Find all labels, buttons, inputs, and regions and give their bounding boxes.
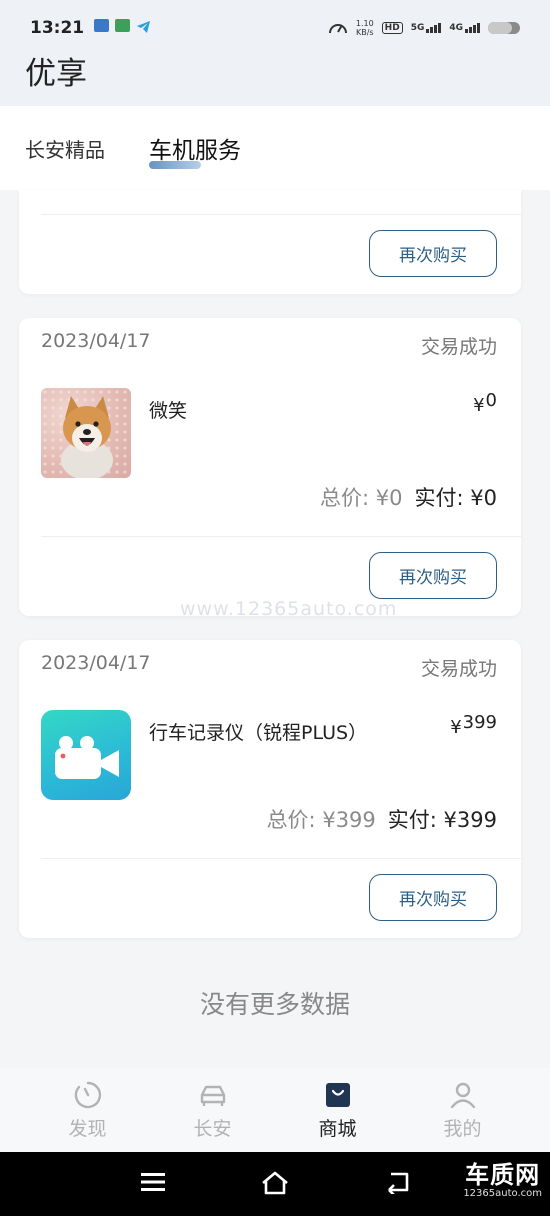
watermark: www.12365auto.com [180, 598, 398, 620]
price-summary: 总价: ¥0 实付: ¥0 [320, 482, 497, 512]
total-label: 总价: [266, 808, 316, 832]
hd-badge: HD [381, 22, 403, 34]
card-divider [41, 536, 521, 537]
product-image[interactable] [41, 710, 131, 800]
paid-price: 实付: ¥0 [415, 482, 498, 512]
sim1-label: 5G [410, 23, 425, 33]
page-title: 优享 [25, 56, 87, 92]
tab-changan-boutique[interactable]: 长安精品 [25, 134, 105, 163]
network-speed-value: 1.10 [355, 19, 374, 28]
discover-icon [74, 1081, 101, 1108]
shopping-bag-icon [325, 1082, 350, 1107]
brand-logo: 车质网 12365auto.com [463, 1162, 542, 1199]
unit-price: ¥ 399 [450, 712, 497, 738]
sim1-signal: 5G [411, 23, 442, 33]
order-card: 2023/04/17 交易成功 微笑 ¥ 0 总价: ¥0 实付: ¥0 再次购… [19, 318, 521, 616]
paid-price: 实付: ¥399 [388, 804, 497, 834]
network-speed: 1.10 KB/s [356, 19, 374, 37]
nav-item-discover[interactable]: 发现 [38, 1080, 138, 1141]
back-icon[interactable] [385, 1170, 411, 1198]
unit-price-value: 399 [462, 712, 497, 733]
category-tabs: 长安精品 车机服务 [0, 106, 550, 190]
brand-name: 车质网 [465, 1161, 541, 1189]
menu-icon[interactable] [140, 1170, 166, 1198]
home-icon[interactable] [260, 1170, 290, 1200]
nav-label: 长安 [193, 1117, 232, 1140]
order-status: 交易成功 [420, 658, 497, 680]
order-date: 2023/04/17 [41, 652, 151, 674]
price-summary: 总价: ¥399 实付: ¥399 [267, 804, 497, 834]
currency-symbol: ¥ [450, 717, 462, 738]
signal-bars-icon [465, 23, 480, 33]
telegram-icon [136, 19, 151, 38]
total-label: 总价: [320, 486, 370, 510]
nav-label: 我的 [443, 1117, 482, 1140]
brand-url: 12365auto.com [463, 1188, 542, 1199]
card-divider [41, 858, 521, 859]
status-bar: 13:21 1.10 KB/s HD 5G 4G [0, 0, 550, 56]
video-camera-icon [55, 736, 119, 779]
total-price: 总价: ¥0 [320, 482, 403, 512]
order-status: 交易成功 [420, 336, 497, 358]
system-nav-bar: 车质网 12365auto.com [0, 1152, 550, 1216]
car-icon [200, 1085, 225, 1106]
signal-bars-icon [426, 23, 442, 33]
currency-symbol: ¥ [473, 395, 485, 416]
total-value: ¥399 [322, 808, 376, 832]
speedometer-icon [328, 19, 348, 38]
total-value: ¥0 [375, 486, 403, 510]
order-date: 2023/04/17 [41, 330, 151, 352]
app-notification-icon [94, 18, 110, 32]
bottom-nav: 发现 长安 商城 我的 [0, 1068, 550, 1152]
rebuy-button[interactable]: 再次购买 [369, 874, 497, 921]
product-image[interactable] [41, 388, 131, 478]
sim2-signal: 4G [449, 23, 480, 33]
paid-label: 实付: [387, 808, 437, 832]
battery-level [488, 22, 512, 34]
app-notification-icon [115, 18, 131, 32]
nav-label: 商城 [318, 1117, 357, 1140]
nav-item-mall[interactable]: 商城 [288, 1080, 388, 1141]
rebuy-button[interactable]: 再次购买 [369, 552, 497, 599]
paid-label: 实付: [414, 486, 464, 510]
dog-illustration [61, 396, 113, 478]
battery-icon [488, 22, 520, 34]
product-name: 微笑 [149, 400, 188, 422]
nav-item-profile[interactable]: 我的 [413, 1080, 513, 1141]
nav-label: 发现 [68, 1117, 107, 1140]
rebuy-button[interactable]: 再次购买 [369, 230, 497, 277]
unit-price: ¥ 0 [473, 390, 497, 416]
paid-value: ¥399 [443, 808, 497, 832]
tab-vehicle-services[interactable]: 车机服务 [149, 131, 241, 169]
no-more-data-text: 没有更多数据 [199, 990, 350, 1019]
active-tab-indicator [149, 161, 201, 169]
profile-icon [450, 1082, 475, 1108]
total-price: 总价: ¥399 [267, 804, 376, 834]
paid-value: ¥0 [470, 486, 497, 510]
sim2-label: 4G [449, 23, 463, 33]
network-speed-unit: KB/s [355, 28, 374, 37]
tab-label: 长安精品 [25, 137, 105, 162]
order-card: 2023/04/17 交易成功 行车记录仪（锐程PLUS） ¥ 399 总价: … [19, 640, 521, 938]
nav-item-changan[interactable]: 长安 [163, 1080, 263, 1141]
product-name: 行车记录仪（锐程PLUS） [149, 722, 368, 744]
notification-icons [94, 18, 151, 38]
app-header: 优享 [0, 56, 550, 106]
status-time: 13:21 [30, 18, 85, 38]
order-card: 再次购买 [19, 190, 521, 294]
card-divider [41, 214, 521, 215]
unit-price-value: 0 [485, 390, 497, 411]
